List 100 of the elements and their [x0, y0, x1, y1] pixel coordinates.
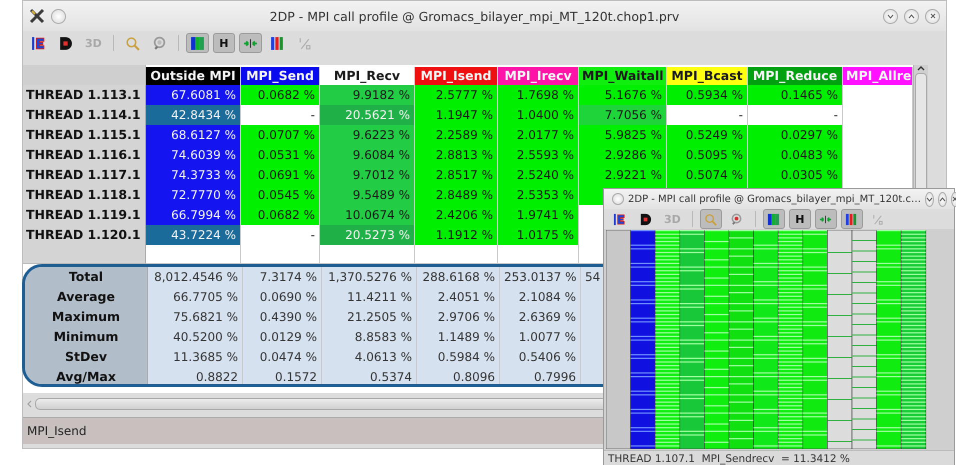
- table-cell: 0.0682 %: [241, 205, 320, 226]
- table-cell: 8.8583 %: [322, 326, 417, 348]
- table-cell: 2.9706 %: [417, 306, 500, 328]
- table-cell: 5.9825 %: [579, 125, 667, 146]
- table-cell: 0.7996: [500, 366, 581, 384]
- table-cell: 2.5777 %: [415, 85, 498, 106]
- column-header[interactable]: MPI_Isend: [415, 67, 498, 85]
- toolbar-button[interactable]: H: [212, 33, 235, 53]
- row-header: THREAD 1.113.1: [23, 85, 146, 106]
- toolbar-button[interactable]: H: [788, 209, 811, 229]
- table-cell: 1.0077 %: [500, 326, 581, 348]
- row-header: Maximum: [25, 306, 148, 328]
- row-header: THREAD 1.117.1: [23, 165, 146, 186]
- table-cell: 2.2589 %: [415, 125, 498, 146]
- table-cell: 66.7705 %: [148, 286, 243, 308]
- table-cell: 0.5934 %: [667, 85, 748, 106]
- table-cell: 2.8489 %: [415, 185, 498, 206]
- table-cell: 7.7056 %: [579, 105, 667, 126]
- table-cell: 1.0400 %: [498, 105, 579, 126]
- window-title: 2DP - MPI call profile @ Gromacs_bilayer_mpi_MT_120t.c…: [628, 194, 921, 204]
- table-cell: 0.8822: [148, 366, 243, 384]
- table-cell: 10.0674 %: [320, 205, 415, 226]
- table-cell: 9.5489 %: [320, 185, 415, 206]
- table-cell: 72.7770 %: [146, 185, 241, 206]
- table-cell: 5.1676 %: [579, 85, 667, 106]
- row-header: StDev: [25, 346, 148, 368]
- table-cell: 11.4211 %: [322, 286, 417, 308]
- table-cell: 0.0531 %: [241, 145, 320, 166]
- table-cell: 75.6821 %: [148, 306, 243, 328]
- table-cell: 20.5621 %: [320, 105, 415, 126]
- table-cell: 0.0707 %: [241, 125, 320, 146]
- table-cell: 0.5984 %: [417, 346, 500, 368]
- table-cell: 67.6081 %: [146, 85, 241, 106]
- table-cell: 11.3685 %: [148, 346, 243, 368]
- table-cell: 2.6369 %: [500, 306, 581, 328]
- row-header: Total: [25, 266, 148, 288]
- table-cell: 2.8517 %: [415, 165, 498, 186]
- row-header: Minimum: [25, 326, 148, 348]
- status-bar: THREAD 1.107.1 MPI_Sendrecv = 11.3412 %: [604, 450, 954, 465]
- table-cell: 2.1084 %: [500, 286, 581, 308]
- table-cell: 0.5095 %: [667, 145, 748, 166]
- table-cell: 0.0691 %: [241, 165, 320, 186]
- table-cell: 43.7224 %: [146, 225, 241, 246]
- window-title: 2DP - MPI call profile @ Gromacs_bilayer_mpi_MT_120t.chop1.prv: [268, 8, 680, 24]
- table-cell: 68.6127 %: [146, 125, 241, 146]
- table-cell: 0.0474 %: [243, 346, 322, 368]
- table-cell: 66.7994 %: [146, 205, 241, 226]
- table-cell: 9.6223 %: [320, 125, 415, 146]
- table-cell: 0.0483 %: [748, 145, 843, 166]
- table-cell: 74.6039 %: [146, 145, 241, 166]
- row-header: Avg/Max: [25, 366, 148, 384]
- table-cell: 0.5249 %: [667, 125, 748, 146]
- table-cell: 0.0297 %: [748, 125, 843, 146]
- table-cell: 21.2505 %: [322, 306, 417, 328]
- table-cell: 40.5200 %: [148, 326, 243, 348]
- table-cell: 0.0545 %: [241, 185, 320, 206]
- table-cell: 2.0177 %: [498, 125, 579, 146]
- table-cell: 2.8813 %: [415, 145, 498, 166]
- table-cell: 0.4390 %: [243, 306, 322, 328]
- table-cell: 0.0682 %: [241, 85, 320, 106]
- table-cell: 0.0690 %: [243, 286, 322, 308]
- table-cell: 2.9221 %: [579, 165, 667, 186]
- table-cell: 20.5273 %: [320, 225, 415, 246]
- table-cell: 2.4051 %: [417, 286, 500, 308]
- table-cell: 0.1465 %: [748, 85, 843, 106]
- table-cell: 0.5074 %: [667, 165, 748, 186]
- row-header: THREAD 1.115.1: [23, 125, 146, 146]
- table-cell: 2.9286 %: [579, 145, 667, 166]
- table-cell: 9.6084 %: [320, 145, 415, 166]
- row-header: THREAD 1.118.1: [23, 185, 146, 206]
- table-cell: 2.5240 %: [498, 165, 579, 186]
- column-header[interactable]: Outside MPI: [146, 67, 241, 85]
- table-cell: 1.1912 %: [415, 225, 498, 246]
- table-cell: 1.1489 %: [417, 326, 500, 348]
- row-header: Average: [25, 286, 148, 308]
- table-cell: 0.8096: [417, 366, 500, 384]
- column-header[interactable]: MPI_Bcast: [667, 67, 748, 85]
- table-cell: 0.1572: [243, 366, 322, 384]
- row-header: THREAD 1.120.1: [23, 225, 146, 246]
- row-header: THREAD 1.119.1: [23, 205, 146, 226]
- table-cell: 0.5374: [322, 366, 417, 384]
- table-cell: 1.0175 %: [498, 225, 579, 246]
- table-cell: 74.3733 %: [146, 165, 241, 186]
- table-cell: 0.5406 %: [500, 346, 581, 368]
- table-cell: 2.5593 %: [498, 145, 579, 166]
- row-header: THREAD 1.114.1: [23, 105, 146, 126]
- column-header[interactable]: MPI_Send: [241, 67, 320, 85]
- table-cell: -: [241, 225, 320, 246]
- column-header[interactable]: MPI_Waitall: [579, 67, 667, 85]
- table-cell: 1.1947 %: [415, 105, 498, 126]
- table-cell: 1.9741 %: [498, 205, 579, 226]
- table-cell: 9.9182 %: [320, 85, 415, 106]
- table-cell: 2.4206 %: [415, 205, 498, 226]
- table-cell: 1.7698 %: [498, 85, 579, 106]
- table-cell: -: [748, 105, 843, 126]
- table-cell: 0.0305 %: [748, 165, 843, 186]
- table-cell: 9.7012 %: [320, 165, 415, 186]
- table-cell: -: [241, 105, 320, 126]
- table-cell: 2.5353 %: [498, 185, 579, 206]
- table-cell: 4.0613 %: [322, 346, 417, 368]
